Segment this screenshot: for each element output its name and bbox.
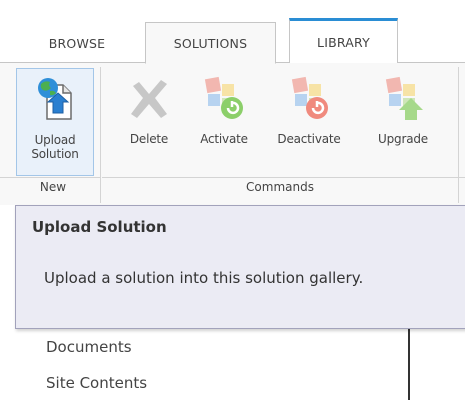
group-label-divider bbox=[0, 177, 100, 178]
activate-label: Activate bbox=[200, 132, 248, 146]
upgrade-button[interactable]: Upgrade bbox=[364, 68, 442, 176]
group-separator bbox=[100, 67, 101, 203]
nav-item-documents[interactable]: Documents bbox=[46, 338, 132, 356]
upload-solution-label: Upload Solution bbox=[31, 133, 79, 161]
upgrade-icon bbox=[385, 76, 423, 120]
deactivate-button[interactable]: Deactivate bbox=[268, 68, 350, 176]
tooltip-body: Upload a solution into this solution gal… bbox=[44, 269, 364, 287]
deactivate-icon bbox=[291, 76, 328, 119]
tooltip-title: Upload Solution bbox=[32, 218, 167, 236]
upload-solution-button[interactable]: Upload Solution bbox=[16, 68, 94, 176]
group-label-commands: Commands bbox=[246, 180, 314, 194]
tab-library[interactable]: LIBRARY bbox=[289, 18, 398, 64]
upgrade-label: Upgrade bbox=[378, 132, 428, 146]
ribbon-tab-strip: BROWSE SOLUTIONS LIBRARY bbox=[0, 0, 465, 64]
activate-icon bbox=[204, 76, 243, 119]
delete-label: Delete bbox=[129, 132, 169, 146]
tab-browse[interactable]: BROWSE bbox=[26, 22, 128, 64]
ribbon: Upload Solution Delete Activate Deactiva… bbox=[0, 63, 465, 205]
delete-button[interactable]: Delete bbox=[118, 68, 180, 176]
group-label-divider bbox=[102, 177, 465, 178]
activate-button[interactable]: Activate bbox=[190, 68, 258, 176]
tab-solutions[interactable]: SOLUTIONS bbox=[145, 22, 276, 64]
group-separator bbox=[458, 67, 459, 203]
deactivate-label: Deactivate bbox=[277, 132, 341, 146]
upload-solution-icon bbox=[38, 78, 72, 120]
delete-x-icon bbox=[131, 80, 167, 118]
upload-solution-tooltip: Upload Solution Upload a solution into t… bbox=[15, 205, 465, 329]
group-label-new: New bbox=[39, 180, 67, 194]
nav-item-site-contents[interactable]: Site Contents bbox=[46, 374, 147, 392]
